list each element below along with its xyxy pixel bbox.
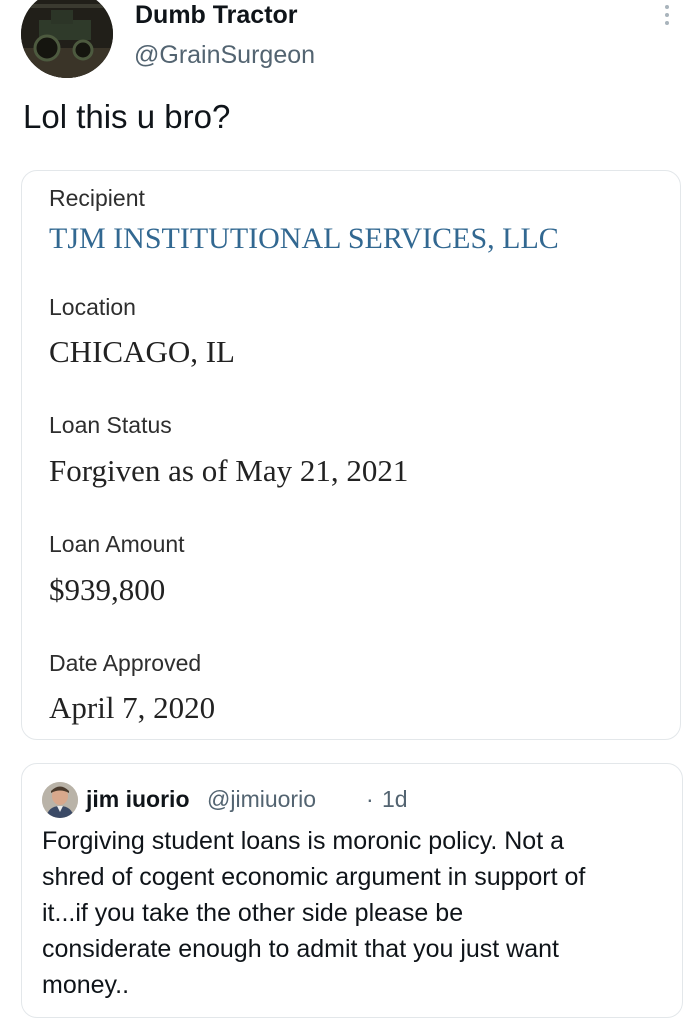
location-value: CHICAGO, IL: [49, 334, 235, 369]
quoted-text-line: shred of cogent economic argument in sup…: [42, 863, 586, 891]
quoted-tweet[interactable]: jim iuorio @jimiuorio · 1d Forgiving stu…: [21, 763, 683, 1018]
quoted-tweet-age[interactable]: 1d: [382, 785, 408, 813]
tractor-photo-icon: [21, 0, 113, 78]
loan-status-value: Forgiven as of May 21, 2021: [49, 453, 409, 488]
quoted-text-line: considerate enough to admit that you jus…: [42, 935, 559, 963]
recipient-label: Recipient: [49, 185, 145, 211]
quoted-tweet-text: Forgiving student loans is moronic polic…: [42, 823, 667, 1003]
quoted-author-handle[interactable]: @jimiuorio: [207, 785, 316, 813]
quoted-text-line: money..: [42, 971, 130, 999]
tweet-header: Dumb Tractor @GrainSurgeon: [0, 0, 700, 90]
more-options-icon[interactable]: [655, 2, 679, 28]
quoted-text-line: Forgiving student loans is moronic polic…: [42, 827, 564, 855]
loan-info-card[interactable]: Recipient TJM INSTITUTIONAL SERVICES, LL…: [21, 170, 681, 740]
recipient-value-link[interactable]: TJM INSTITUTIONAL SERVICES, LLC: [49, 221, 559, 257]
author-display-name[interactable]: Dumb Tractor: [135, 0, 298, 30]
meta-separator: ·: [366, 786, 374, 812]
loan-amount-value: $939,800: [49, 572, 166, 607]
date-approved-value: April 7, 2020: [49, 690, 216, 725]
tweet-text: Lol this u bro?: [23, 98, 231, 135]
location-label: Location: [49, 294, 136, 320]
date-approved-label: Date Approved: [49, 650, 202, 676]
loan-amount-label: Loan Amount: [49, 531, 185, 557]
quoted-author-avatar[interactable]: [42, 782, 78, 818]
author-avatar[interactable]: [21, 0, 113, 78]
quoted-text-line: it...if you take the other side please b…: [42, 899, 464, 927]
person-photo-icon: [42, 782, 78, 818]
author-handle[interactable]: @GrainSurgeon: [134, 40, 315, 70]
loan-status-label: Loan Status: [49, 412, 172, 438]
quoted-author-name[interactable]: jim iuorio: [86, 785, 190, 813]
